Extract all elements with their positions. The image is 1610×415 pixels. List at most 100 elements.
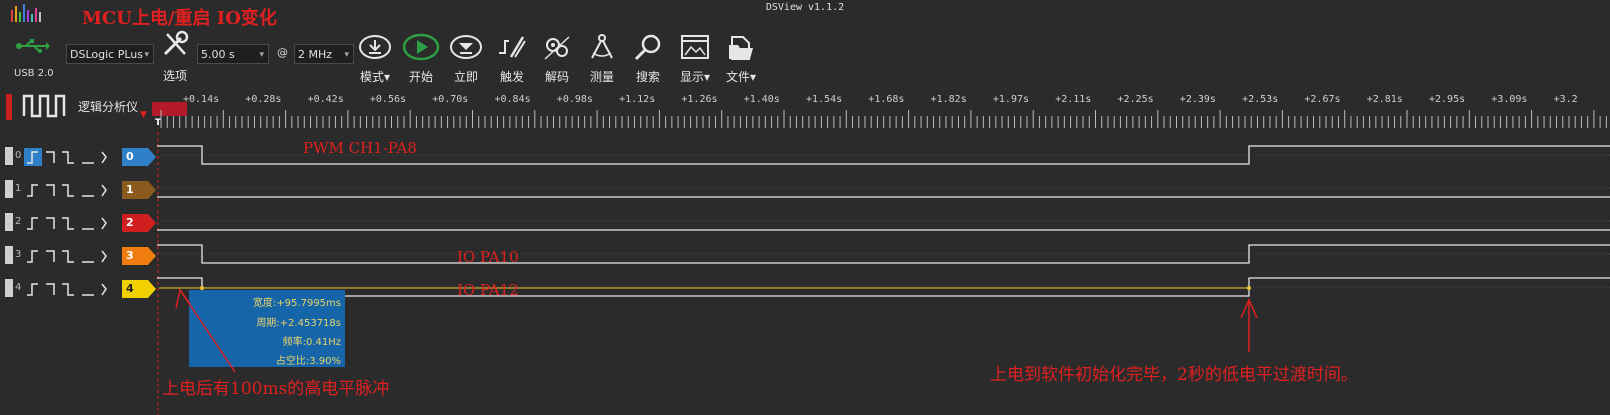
chevron-down-icon: ▾: [383, 70, 391, 84]
decode-icon: [544, 36, 570, 60]
waveform-ch3[interactable]: [157, 244, 1610, 264]
channel-index: 0: [15, 150, 22, 161]
channel-index: 1: [15, 183, 22, 194]
instant-button[interactable]: 立即: [443, 32, 489, 85]
tick-label: +0.56s: [369, 94, 407, 105]
signal-label-ch3: IO PA10: [457, 248, 519, 266]
tick-label: +0.98s: [556, 94, 593, 105]
display-button[interactable]: 显示▾: [672, 32, 718, 85]
play-circle-icon: [402, 33, 440, 61]
trigger-button[interactable]: 触发: [489, 32, 535, 85]
channel-handle[interactable]: [5, 213, 13, 231]
dsview-logo-icon: [11, 4, 41, 22]
measurement-popup: 宽度:+95.7995ms 周期:+2.453718s 频率:0.41Hz 占空…: [189, 290, 345, 367]
signal-label-ch0: PWM CH1-PA8: [303, 139, 417, 157]
tick-label: +2.39s: [1179, 94, 1216, 105]
channel-tag-arrow: [148, 148, 156, 166]
annotation-title: MCU上电/重启 IO变化: [82, 8, 277, 29]
logic-wave-icon: [22, 94, 66, 118]
instant-circle-icon: [450, 35, 482, 59]
tick-label: +2.25s: [1117, 94, 1154, 105]
start-button[interactable]: 开始: [398, 32, 444, 85]
trigger-type-icons[interactable]: [24, 280, 120, 298]
channel-tag[interactable]: 0: [122, 148, 148, 166]
duration-select[interactable]: 5.00 s ▾: [197, 44, 269, 64]
channel-handle[interactable]: [5, 279, 13, 297]
channel-tag[interactable]: 2: [122, 214, 148, 232]
usb-label: USB 2.0: [14, 68, 54, 79]
tick-label: +0.28s: [245, 94, 282, 105]
device-select[interactable]: DSLogic PLus ▾: [66, 44, 154, 64]
chevron-down-icon: ▾: [144, 50, 149, 60]
tick-label: +1.82s: [930, 94, 967, 105]
trigger-type-icons[interactable]: [24, 148, 120, 166]
time-ruler[interactable]: T +0.14s +0.28s +0.42s +0.56s +0.70s +0.84s +0…: [152, 88, 1610, 132]
analyzer-label: 逻辑分析仪: [78, 100, 139, 114]
channel-index: 2: [15, 216, 22, 227]
tick-label: +1.26s: [681, 94, 718, 105]
tick-label: +1.54s: [806, 94, 843, 105]
decode-button[interactable]: 解码: [534, 32, 580, 85]
tick-label: +1.40s: [743, 94, 780, 105]
measure-period: 周期:+2.453718s: [256, 318, 341, 329]
channel-row-0[interactable]: 00: [0, 145, 157, 169]
annotation-pulse: 上电后有100ms的高电平脉冲: [162, 379, 390, 399]
mode-label: 模式: [359, 70, 384, 84]
tick-label: +0.42s: [307, 94, 344, 105]
channel-row-4[interactable]: 44: [0, 277, 157, 301]
trigger-type-icons[interactable]: [24, 214, 120, 232]
chevron-down-icon: ▼: [140, 110, 147, 120]
options-button[interactable]: 选项: [158, 30, 192, 84]
measure-frequency: 频率:0.41Hz: [282, 337, 341, 348]
channel-handle[interactable]: [5, 147, 13, 165]
trigger-type-icons[interactable]: [24, 247, 120, 265]
file-button[interactable]: 文件▾: [718, 32, 764, 85]
channel-index: 4: [15, 282, 22, 293]
channel-tag[interactable]: 1: [122, 181, 148, 199]
measure-button[interactable]: 测量: [579, 32, 625, 85]
at-symbol: @: [277, 46, 288, 59]
channel-row-3[interactable]: 33: [0, 244, 157, 268]
magnifier-icon: [634, 34, 661, 61]
tick-label: +0.70s: [432, 94, 469, 105]
download-circle-icon: [359, 35, 391, 59]
samplerate-select-value: 2 MHz: [298, 48, 333, 61]
chevron-down-icon: ▾: [703, 70, 711, 84]
tick-label: +2.81s: [1366, 94, 1403, 105]
measure-width: 宽度:+95.7995ms: [252, 298, 341, 309]
file-label: 文件: [725, 70, 750, 84]
channel-tag-arrow: [148, 214, 156, 232]
channel-tag[interactable]: 3: [122, 247, 148, 265]
waveform-ch4[interactable]: [157, 277, 1610, 297]
trigger-label: 触发: [499, 70, 524, 84]
trigger-icon: [499, 36, 526, 58]
chevron-down-icon: ▾: [259, 50, 264, 60]
channel-tag-arrow: [148, 280, 156, 298]
display-icon: [681, 35, 709, 59]
tick-label: +2.53s: [1242, 94, 1279, 105]
decode-label: 解码: [544, 70, 569, 84]
channel-tag[interactable]: 4: [122, 280, 148, 298]
annotation-transition: 上电到软件初始化完毕，2秒的低电平过渡时间。: [990, 365, 1358, 385]
search-button[interactable]: 搜索: [625, 32, 671, 85]
channel-tag-arrow: [148, 247, 156, 265]
measure-label: 测量: [589, 70, 614, 84]
channel-handle[interactable]: [5, 180, 13, 198]
compass-icon: [591, 34, 613, 59]
channel-row-2[interactable]: 22: [0, 211, 157, 235]
display-label: 显示: [679, 70, 704, 84]
channel-handle[interactable]: [5, 246, 13, 264]
tick-label: +2.67s: [1304, 94, 1341, 105]
usb-icon: [16, 39, 50, 53]
duration-select-value: 5.00 s: [201, 48, 235, 61]
tick-label: +3.09s: [1491, 94, 1528, 105]
instant-label: 立即: [453, 70, 478, 84]
trigger-type-icons[interactable]: [24, 181, 120, 199]
samplerate-select[interactable]: 2 MHz ▾: [294, 44, 354, 64]
waveform-area[interactable]: [157, 132, 1610, 415]
mode-button[interactable]: 模式▾: [352, 32, 398, 85]
tick-label: +1.97s: [992, 94, 1030, 105]
tick-label: +1.68s: [868, 94, 905, 105]
channel-row-1[interactable]: 11: [0, 178, 157, 202]
options-label: 选项: [162, 69, 187, 83]
